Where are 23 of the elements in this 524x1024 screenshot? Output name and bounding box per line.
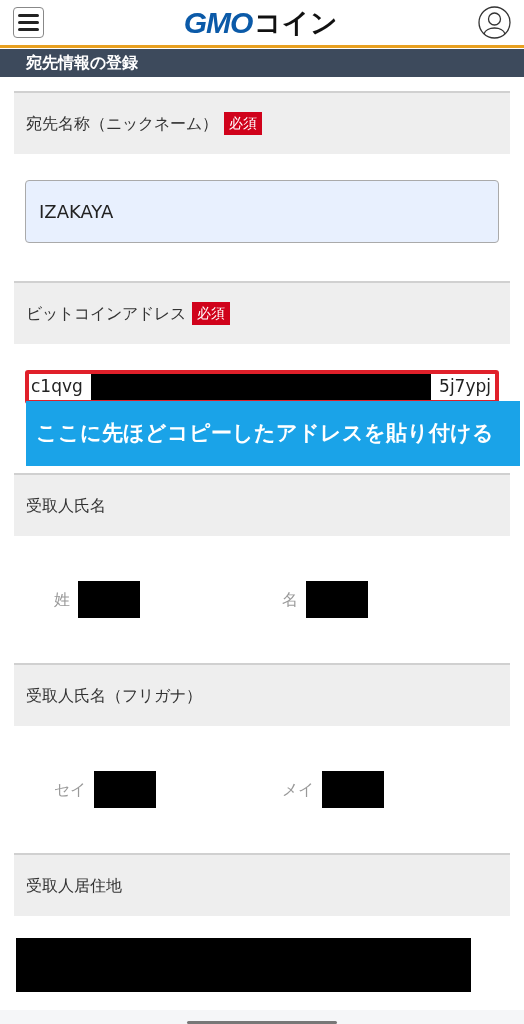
redaction-block <box>78 581 140 618</box>
field-label: 受取人居住地 <box>26 874 122 897</box>
input-field[interactable]: c1qvg 5j7ypj <box>25 370 499 404</box>
input-field[interactable]: IZAKAYA <box>25 180 499 243</box>
scroll-handle[interactable] <box>187 1021 337 1024</box>
redaction-block <box>94 771 156 808</box>
logo[interactable]: GMOコイン <box>183 7 339 38</box>
field-label: 受取人氏名 <box>26 494 106 517</box>
required-badge: 必須 <box>192 302 230 325</box>
menu-button[interactable] <box>13 7 44 38</box>
field-label: 受取人氏名（フリガナ） <box>26 684 202 707</box>
redaction-block <box>306 581 368 618</box>
field-label: 宛先名称（ニックネーム） <box>26 112 218 135</box>
field-label: 姓 <box>54 588 70 611</box>
field-label: 名 <box>282 588 298 611</box>
redaction-block <box>322 771 384 808</box>
field-label: セイ <box>54 778 86 801</box>
user-icon[interactable] <box>478 6 511 39</box>
required-badge: 必須 <box>224 112 262 135</box>
callout: ここに先ほどコピーしたアドレスを貼り付ける <box>26 401 520 466</box>
field-label: ビットコインアドレス <box>26 302 186 325</box>
field-label: メイ <box>282 778 314 801</box>
page-title: 宛先情報の登録 <box>26 52 138 74</box>
